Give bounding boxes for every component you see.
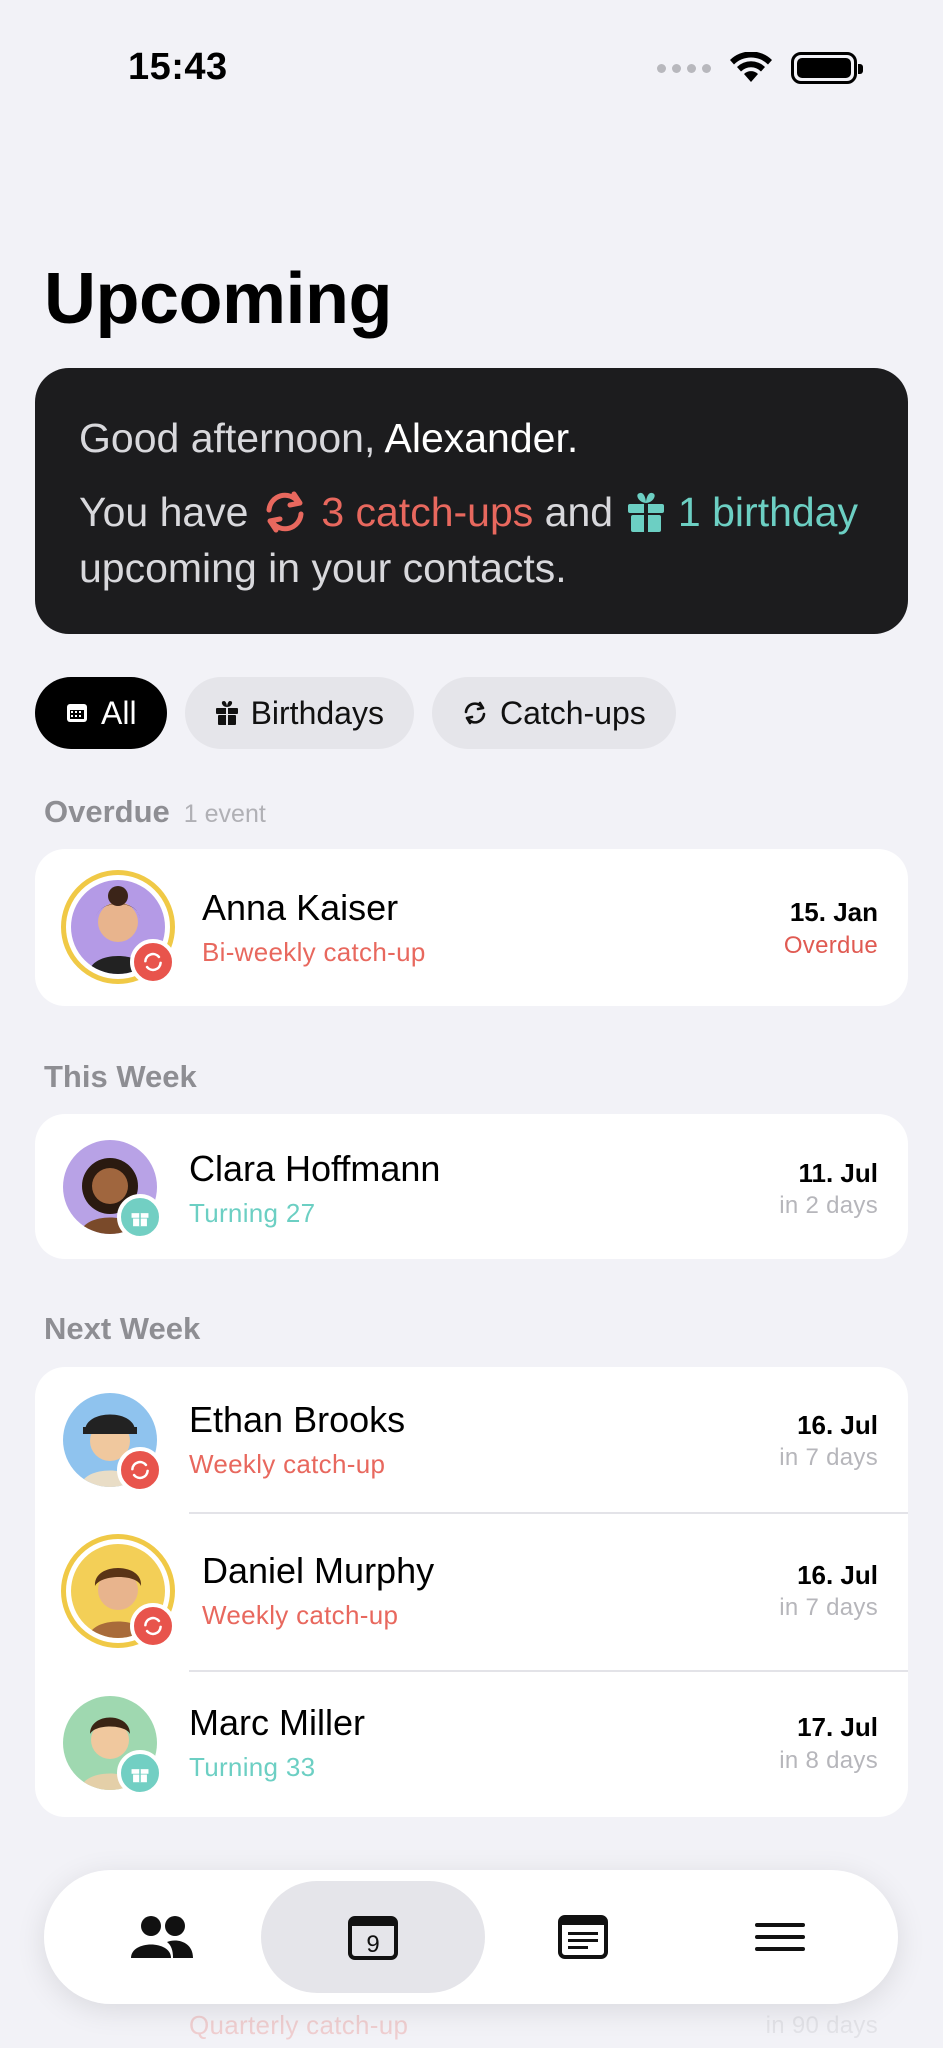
status-icons — [657, 52, 863, 84]
refresh-icon — [266, 491, 304, 533]
event-detail: Quarterly catch-up — [189, 2010, 409, 2040]
refresh-icon — [144, 952, 162, 972]
event-relative: in 7 days — [779, 1594, 878, 1621]
event-detail: Turning 33 — [189, 1752, 316, 1782]
avatar — [61, 1534, 176, 1649]
avatar — [61, 870, 176, 985]
contact-name: Ethan Brooks — [189, 1399, 406, 1440]
event-date: 16. Jul — [797, 1410, 878, 1440]
event-date: 16. Jul — [797, 1560, 878, 1590]
calendar-day: 9 — [366, 1931, 379, 1958]
refresh-icon — [464, 701, 486, 725]
event-relative: in 90 days — [765, 2012, 878, 2039]
greeting-prefix: Good afternoon, — [79, 415, 376, 461]
avatar — [63, 1696, 163, 1796]
contact-name: Anna Kaiser — [202, 887, 399, 928]
summary-birthday-word: birthday — [712, 489, 858, 535]
calendar-icon: 9 — [347, 1916, 398, 1960]
section-header-next-week: Next Week — [44, 1311, 200, 1347]
birthday-badge — [117, 1750, 163, 1796]
calendar-icon — [67, 704, 87, 722]
tab-menu[interactable] — [681, 1881, 878, 1993]
filter-catchups-chip[interactable]: Catch-ups — [431, 677, 676, 749]
refresh-icon — [131, 1460, 149, 1480]
event-relative: in 2 days — [779, 1192, 878, 1219]
menu-icon — [754, 1923, 805, 1951]
catchup-badge — [130, 1603, 176, 1649]
section-title: Next Week — [44, 1311, 201, 1346]
notes-icon — [558, 1915, 609, 1959]
summary-suffix: upcoming in your contacts. — [79, 545, 567, 591]
contact-name: Clara Hoffmann — [189, 1148, 441, 1189]
wifi-icon — [730, 52, 772, 82]
avatar — [63, 1140, 163, 1240]
catchup-badge — [130, 939, 176, 985]
greeting-line: Good afternoon, Alexander. — [79, 410, 864, 466]
event-date: 15. Jan — [789, 897, 878, 927]
next-week-card: Ethan Brooks Weekly catch-up 16. Jul in … — [35, 1367, 908, 1817]
gift-icon — [131, 1213, 149, 1227]
catchup-badge — [117, 1447, 163, 1493]
summary-and: and — [544, 489, 614, 535]
event-detail: Weekly catch-up — [189, 1449, 386, 1479]
filter-all-label: All — [101, 694, 137, 731]
event-relative: in 8 days — [779, 1747, 878, 1774]
overdue-card: Anna Kaiser Bi-weekly catch-up 15. Jan O… — [35, 849, 908, 1006]
list-item[interactable]: Daniel Murphy Weekly catch-up 16. Jul in… — [35, 1512, 908, 1670]
gift-icon — [131, 1769, 149, 1783]
filter-birthdays-chip[interactable]: Birthdays — [184, 677, 414, 749]
section-title: Overdue — [44, 794, 170, 829]
gift-icon — [627, 492, 664, 532]
section-header-this-week: This Week — [44, 1059, 197, 1095]
gift-icon — [215, 701, 238, 725]
greeting-summary: You have 3 catch-ups and 1 birthday upco… — [79, 484, 864, 596]
cellular-signal-icon — [657, 63, 711, 73]
contact-name: Marc Miller — [189, 1702, 365, 1743]
event-date: 17. Jul — [797, 1712, 878, 1742]
event-detail: Turning 27 — [189, 1198, 316, 1228]
filter-chips: All Birthdays Catch-ups — [35, 677, 676, 749]
list-item[interactable]: Ethan Brooks Weekly catch-up 16. Jul in … — [35, 1367, 908, 1512]
status-time: 15:43 — [128, 46, 228, 88]
list-item[interactable]: Clara Hoffmann Turning 27 11. Jul in 2 d… — [35, 1114, 908, 1259]
greeting-user-name: Alexander. — [384, 415, 579, 461]
section-title: This Week — [44, 1059, 197, 1094]
list-item[interactable]: Anna Kaiser Bi-weekly catch-up 15. Jan O… — [35, 849, 908, 1006]
event-relative: in 7 days — [779, 1444, 878, 1471]
list-item[interactable]: Marc Miller Turning 33 17. Jul in 8 days — [35, 1670, 908, 1817]
filter-catchups-label: Catch-ups — [499, 694, 646, 731]
birthday-badge — [117, 1194, 163, 1240]
filter-birthdays-label: Birthdays — [250, 694, 384, 731]
this-week-card: Clara Hoffmann Turning 27 11. Jul in 2 d… — [35, 1114, 908, 1259]
tab-bar: 9 — [44, 1870, 898, 2004]
event-detail: Weekly catch-up — [202, 1600, 399, 1630]
tab-upcoming[interactable]: 9 — [260, 1881, 485, 1993]
event-date: 11. Jul — [798, 1158, 879, 1188]
contact-name: Daniel Murphy — [202, 1550, 435, 1591]
tab-contacts[interactable] — [64, 1881, 261, 1993]
tab-notes[interactable] — [485, 1881, 682, 1993]
status-bar: 15:43 — [0, 0, 943, 140]
page-title: Upcoming — [44, 259, 392, 339]
summary-you-have: You have — [79, 489, 249, 535]
avatar — [63, 1393, 163, 1493]
summary-catchups: 3 catch-ups — [321, 489, 534, 535]
event-detail: Bi-weekly catch-up — [202, 937, 426, 967]
summary-birthday-count: 1 — [677, 489, 701, 535]
event-relative: Overdue — [783, 932, 878, 959]
refresh-icon — [144, 1616, 162, 1636]
section-header-overdue: Overdue 1 event — [44, 794, 266, 830]
battery-icon — [791, 52, 863, 84]
section-count: 1 event — [183, 800, 266, 828]
greeting-card: Good afternoon, Alexander. You have 3 ca… — [35, 368, 908, 634]
contacts-icon — [131, 1916, 194, 1958]
filter-all-chip[interactable]: All — [35, 677, 167, 749]
